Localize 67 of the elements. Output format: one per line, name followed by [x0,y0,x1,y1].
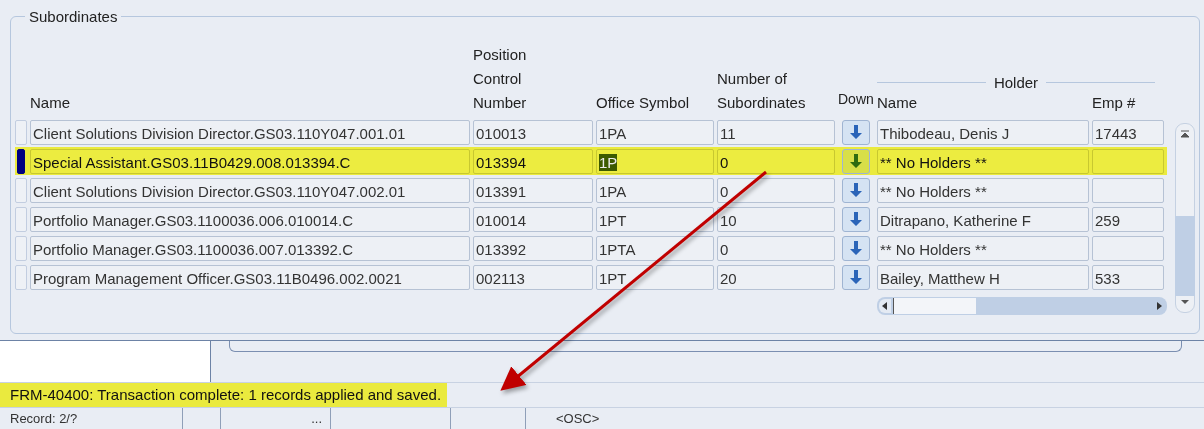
table-cell[interactable]: 533 [1092,264,1164,290]
status-message: FRM-40400: Transaction complete: 1 records applied and saved. [0,383,448,407]
table-cell[interactable]: 1PT [596,206,714,232]
down-button[interactable] [842,206,870,232]
table-cell[interactable]: 1PA [596,119,714,145]
table-cell[interactable] [1092,177,1164,203]
scroll-left-icon[interactable] [879,299,891,313]
table-cell[interactable]: 1PA [596,177,714,203]
panel-title: Subordinates [28,8,119,25]
table-cell[interactable]: 1P [596,148,714,174]
column-header: Position Control Number [473,45,528,113]
column-header: Name [30,93,71,113]
scrollbar-thumb[interactable] [893,298,976,314]
table-cell[interactable]: Ditrapano, Katherine F [877,206,1089,232]
table-cell[interactable]: ** No Holders ** [877,235,1089,261]
table-cell[interactable]: ** No Holders ** [877,177,1089,203]
table-cell[interactable]: Client Solutions Division Director.GS03.110Y047.001.01 [30,119,470,145]
down-arrow-icon [849,269,863,285]
table-cell[interactable]: 0 [717,177,835,203]
horizontal-scrollbar[interactable] [877,297,1167,315]
table-cell[interactable]: 17443 [1092,119,1164,145]
table-cell[interactable]: Thibodeau, Denis J [877,119,1089,145]
table-cell[interactable]: ** No Holders ** [877,148,1089,174]
table-cell[interactable]: 013392 [473,235,593,261]
table-cell[interactable]: Client Solutions Division Director.GS03.110Y047.002.01 [30,177,470,203]
down-arrow-icon [849,124,863,140]
table-cell[interactable]: 013391 [473,177,593,203]
down-button[interactable] [842,177,870,203]
down-arrow-icon [849,211,863,227]
table-cell[interactable]: 002113 [473,264,593,290]
table-cell[interactable]: 013394 [473,148,593,174]
down-arrow-icon [849,153,863,169]
table-cell[interactable] [1092,148,1164,174]
scroll-up-icon[interactable] [1179,128,1191,140]
table-cell[interactable]: 010013 [473,119,593,145]
table-cell[interactable] [1092,235,1164,261]
table-cell[interactable]: 0 [717,235,835,261]
column-header: Name [877,93,918,113]
table-cell[interactable]: 20 [717,264,835,290]
column-header: Emp # [1092,93,1136,113]
down-button[interactable] [842,235,870,261]
table-cell[interactable]: Special Assistant.GS03.11B0429.008.013394.C [30,148,470,174]
column-header: Number of Subordinates [717,69,807,113]
table-cell[interactable]: 1PT [596,264,714,290]
table-cell[interactable]: 010014 [473,206,593,232]
column-header: Office Symbol [596,93,691,113]
table-cell[interactable]: Bailey, Matthew H [877,264,1089,290]
table-cell[interactable]: Portfolio Manager.GS03.1100036.006.010014.C [30,206,470,232]
table-cell[interactable]: 11 [717,119,835,145]
table-cell[interactable]: 10 [717,206,835,232]
down-button[interactable] [842,264,870,290]
table-cell[interactable]: 1PTA [596,235,714,261]
group-header: Holder [993,74,1039,91]
table-cell[interactable]: Portfolio Manager.GS03.1100036.007.013392.C [30,235,470,261]
table-cell[interactable]: 0 [717,148,835,174]
down-arrow-icon [849,240,863,256]
status-field: ... [311,411,322,426]
table-cell[interactable]: 259 [1092,206,1164,232]
vertical-scrollbar[interactable] [1175,123,1195,313]
record-indicator[interactable] [17,148,25,174]
status-field: <OSC> [556,411,600,426]
down-button[interactable] [842,119,870,145]
down-arrow-icon [849,182,863,198]
table-cell[interactable]: Program Management Officer.GS03.11B0496.002.0021 [30,264,470,290]
down-button[interactable] [842,148,870,174]
column-header: Down [838,90,874,109]
status-field: Record: 2/? [10,411,78,426]
